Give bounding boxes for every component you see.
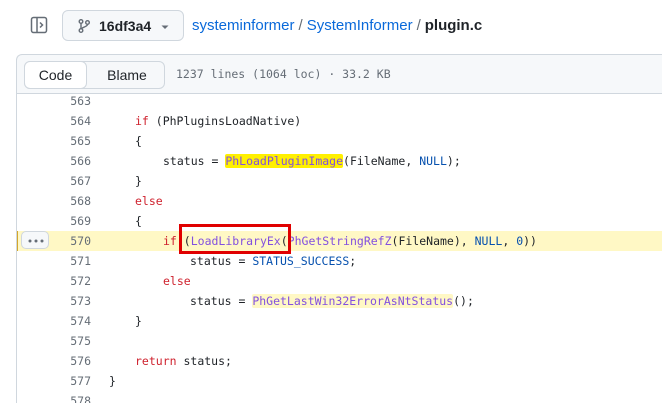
line-number[interactable]: 567 — [37, 171, 91, 191]
line-number[interactable]: 578 — [37, 391, 91, 403]
blame-view-button[interactable]: Blame — [91, 62, 163, 88]
line-number[interactable]: 566 — [37, 151, 91, 171]
branch-name: 16df3a4 — [99, 18, 152, 34]
code-line: 575 — [17, 331, 662, 351]
caret-down-icon — [159, 20, 171, 32]
breadcrumb-owner-link[interactable]: systeminformer — [192, 17, 295, 34]
code-line-text: return status; — [135, 354, 232, 368]
breadcrumb-repo-link[interactable]: SystemInformer — [307, 17, 413, 34]
line-number[interactable]: 574 — [37, 311, 91, 331]
code-line: 567 } — [17, 171, 662, 191]
annotation-highlight-box — [179, 224, 291, 254]
file-info-text: 1237 lines (1064 loc) · 33.2 KB — [176, 67, 391, 81]
breadcrumb-separator: / — [416, 17, 421, 34]
code-line: 566 status = PhLoadPluginImage(FileName,… — [17, 151, 662, 171]
code-line-text: } — [135, 174, 142, 188]
git-branch-icon — [78, 19, 90, 33]
code-line: 574 } — [17, 311, 662, 331]
code-line-text: { — [135, 214, 142, 228]
side-panel-icon[interactable] — [30, 15, 48, 35]
code-line-text: } — [109, 374, 116, 388]
line-number[interactable]: 565 — [37, 131, 91, 151]
line-actions-button[interactable] — [21, 231, 49, 249]
view-mode-segmented-control: Code Blame — [24, 61, 165, 89]
code-line: 564 if (PhPluginsLoadNative) — [17, 111, 662, 131]
code-view-button[interactable]: Code — [24, 61, 87, 89]
code-line: 568 else — [17, 191, 662, 211]
code-line-text: status = STATUS_SUCCESS; — [190, 254, 357, 268]
line-number[interactable]: 569 — [37, 211, 91, 231]
code-line-text: { — [135, 134, 142, 148]
breadcrumb: systeminformer / SystemInformer / plugin.c — [192, 17, 482, 34]
line-number[interactable]: 564 — [37, 111, 91, 131]
line-number[interactable]: 576 — [37, 351, 91, 371]
code-line-highlighted: 570 if (LoadLibraryEx(PhGetStringRefZ(Fi… — [17, 231, 662, 251]
kebab-horizontal-icon — [28, 239, 44, 243]
file-toolbar: Code Blame 1237 lines (1064 loc) · 33.2 … — [16, 54, 662, 94]
code-line: 563 — [17, 94, 662, 111]
code-line: 573 status = PhGetLastWin32ErrorAsNtStat… — [17, 291, 662, 311]
breadcrumb-separator: / — [298, 17, 303, 34]
code-line: 576 return status; — [17, 351, 662, 371]
code-line: 572 else — [17, 271, 662, 291]
code-line: 565 { — [17, 131, 662, 151]
code-line: 569 { — [17, 211, 662, 231]
file-header: 16df3a4 systeminformer / SystemInformer / pl… — [0, 0, 662, 52]
branch-selector-button[interactable]: 16df3a4 — [62, 10, 184, 41]
code-line: 571 status = STATUS_SUCCESS; — [17, 251, 662, 271]
line-number[interactable]: 575 — [37, 331, 91, 351]
code-line-text: if (PhPluginsLoadNative) — [135, 114, 302, 128]
code-line: 578 — [17, 391, 662, 403]
line-number[interactable]: 568 — [37, 191, 91, 211]
code-line-text: else — [163, 274, 191, 288]
code-line-text: status = PhGetLastWin32ErrorAsNtStatus()… — [190, 294, 474, 308]
line-number[interactable]: 572 — [37, 271, 91, 291]
line-number[interactable]: 577 — [37, 371, 91, 391]
code-view[interactable]: 563 564 if (PhPluginsLoadNative) 565 { 5… — [16, 94, 662, 403]
breadcrumb-file-name: plugin.c — [424, 17, 483, 34]
code-line: 577 } — [17, 371, 662, 391]
line-number[interactable]: 573 — [37, 291, 91, 311]
code-line-text: status = PhLoadPluginImage(FileName, NUL… — [163, 154, 461, 168]
code-line-text: else — [135, 194, 163, 208]
line-number[interactable]: 563 — [37, 94, 91, 111]
code-line-text: } — [135, 314, 142, 328]
line-number[interactable]: 571 — [37, 251, 91, 271]
